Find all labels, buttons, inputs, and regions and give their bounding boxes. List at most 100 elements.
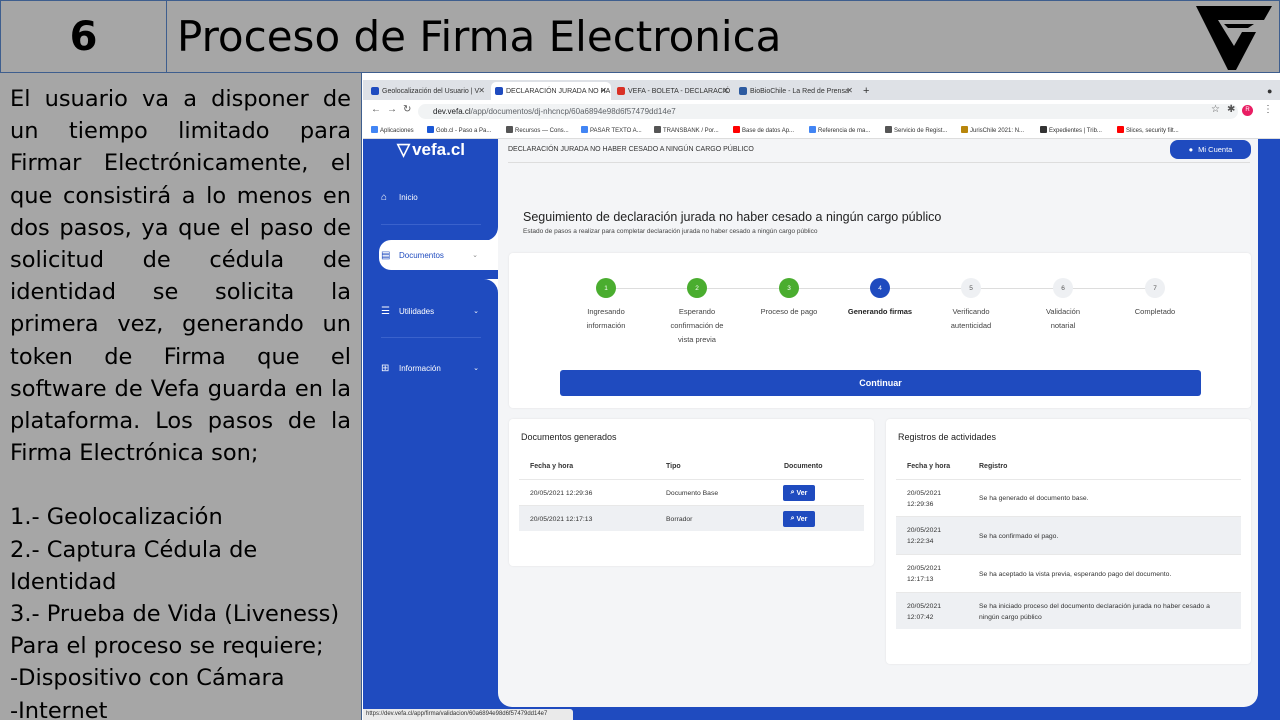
slide: 6 Proceso de Firma Electronica El usuari… <box>0 0 1280 720</box>
step-label: Verificando autenticidad <box>950 307 992 330</box>
bookmark-item[interactable]: Base de datos Ap... <box>733 126 794 134</box>
bookmark-item[interactable]: Slices, security filt... <box>1117 126 1179 134</box>
activity-text: Se ha confirmado el pago. <box>979 533 1059 540</box>
step-label: Completado <box>1134 307 1176 316</box>
table-row: 20/05/2021 12:17:13 Borrador ⌕ Ver <box>519 505 864 531</box>
step-circle: 7 <box>1145 278 1165 298</box>
bookmark-item[interactable]: Referencia de ma... <box>809 126 870 134</box>
step-label: Proceso de pago <box>760 307 818 316</box>
activity-datetime: 20/05/2021 12:29:36 <box>907 490 942 508</box>
close-icon[interactable]: ✕ <box>722 86 729 95</box>
close-icon[interactable]: ✕ <box>478 86 485 95</box>
home-icon: ⌂ <box>381 191 388 203</box>
breadcrumb: DECLARACIÓN JURADA NO HABER CESADO A NIN… <box>508 146 754 153</box>
requirements-intro: Para el proceso se requiere; <box>10 633 324 660</box>
progress-card: 1 Ingresando información 2 Esperando confi… <box>509 253 1251 408</box>
bookmark-icon <box>885 126 892 133</box>
close-icon[interactable]: ✕ <box>600 86 607 95</box>
step-label: Esperando confirmación de vista previa <box>670 307 724 344</box>
view-document-button[interactable]: ⌕ Ver <box>783 485 815 501</box>
status-bar-url: https://dev.vefa.cl/app/firma/validacion… <box>363 709 573 720</box>
activity-text: Se ha generado el documento base. <box>979 495 1089 502</box>
column-header: Tipo <box>666 463 681 470</box>
step-label: Validación notarial <box>1045 307 1081 330</box>
url-input[interactable]: dev.vefa.cl/app/documentos/dj-nhcncp/60a… <box>418 104 1238 119</box>
user-icon: ● <box>1188 145 1194 154</box>
chevron-down-icon: ⌄ <box>472 252 478 259</box>
vefa-icon <box>495 87 503 95</box>
app-logo[interactable]: ▽ vefa.cl <box>397 140 465 160</box>
vefa-logo <box>1196 6 1272 70</box>
biobio-icon <box>739 87 747 95</box>
step-circle: 2 <box>687 278 707 298</box>
bookmark-item[interactable]: PASAR TEXTO A... <box>581 126 642 134</box>
doc-type: Borrador <box>666 516 693 523</box>
step-circle: 4 <box>870 278 890 298</box>
bookmark-item[interactable]: Aplicaciones <box>371 126 414 134</box>
bookmark-item[interactable]: TRANSBANK / Por... <box>654 126 719 134</box>
step-label: Ingresando información <box>586 307 626 330</box>
bookmark-item[interactable]: Servicio de Regist... <box>885 126 947 134</box>
bookmark-item[interactable]: Expedientes | Trib... <box>1040 126 1102 134</box>
table-row: 20/05/2021 12:29:36 Documento Base ⌕ Ver <box>519 479 864 505</box>
bookmark-icon <box>961 126 968 133</box>
browser-tab[interactable]: VEFA - BOLETA - DECLARACIÓ ✕ <box>613 82 733 100</box>
step-circle: 5 <box>961 278 981 298</box>
sidebar-item-documentos[interactable]: ▤ Documentos ⌄ <box>379 240 498 270</box>
step-circle: 6 <box>1053 278 1073 298</box>
table-row: 20/05/2021 12:22:34 Se ha confirmado el p… <box>896 516 1241 554</box>
sidebar-item-inicio[interactable]: ⌂ Inicio <box>381 187 499 207</box>
bookmark-item[interactable]: Recursos — Cons... <box>506 126 569 134</box>
documents-title: Documentos generados <box>521 432 617 442</box>
requirement-line: -Dispositivo con Cámara <box>10 665 285 692</box>
google-icon <box>809 126 816 133</box>
step-circle: 3 <box>779 278 799 298</box>
step-line: 1.- Geolocalización <box>10 504 223 531</box>
slide-number: 6 <box>0 0 167 73</box>
new-tab-icon[interactable]: + <box>859 82 873 100</box>
bookmark-item[interactable]: Gob.cl - Paso a Pa... <box>427 126 491 134</box>
more-icon[interactable]: ⋮ <box>1263 104 1273 115</box>
back-icon[interactable]: ← <box>371 104 381 115</box>
browser-menu-icon[interactable]: ● <box>1263 82 1277 100</box>
column-header: Registro <box>979 463 1008 470</box>
bookmark-icon <box>654 126 661 133</box>
app-sidebar: ▽ vefa.cl ⌂ Inicio ▤ Documentos ⌄ ☰ Utilidad… <box>363 139 498 720</box>
activity-datetime: 20/05/2021 12:22:34 <box>907 527 942 545</box>
profile-avatar[interactable]: R <box>1242 105 1253 116</box>
sidebar-item-informacion[interactable]: ⊞ Información ⌄ <box>381 358 499 378</box>
browser-screenshot: Geolocalización del Usuario | V ✕ DECLAR… <box>363 80 1280 720</box>
youtube-icon <box>1117 126 1124 133</box>
activity-datetime: 20/05/2021 12:17:13 <box>907 565 942 583</box>
gmail-icon <box>617 87 625 95</box>
bookmark-item[interactable]: JurisChile 2021: N... <box>961 126 1024 134</box>
continue-button[interactable]: Continuar <box>560 370 1201 396</box>
list-icon: ☰ <box>381 305 390 317</box>
sidebar-item-utilidades[interactable]: ☰ Utilidades ⌄ <box>381 301 499 321</box>
url-path: /app/documentos/dj-nhcncp/60a6894e98d6f5… <box>470 107 676 116</box>
extensions-icon[interactable]: ✱ <box>1227 104 1235 115</box>
column-header: Fecha y hora <box>530 463 574 470</box>
close-icon[interactable]: ✕ <box>846 86 853 95</box>
reload-icon[interactable]: ↻ <box>403 104 411 115</box>
step-label: Generando firmas <box>847 307 913 316</box>
browser-tab-active[interactable]: DECLARACIÓN JURADA NO HA ✕ <box>491 82 611 100</box>
forward-icon[interactable]: → <box>387 104 397 115</box>
chevron-down-icon: ⌄ <box>473 308 479 315</box>
view-document-button[interactable]: ⌕ Ver <box>783 511 815 527</box>
slide-title: Proceso de Firma Electronica <box>167 0 1280 73</box>
account-button[interactable]: ● Mi Cuenta <box>1170 140 1251 159</box>
doc-date: 20/05/2021 12:29:36 <box>530 490 593 497</box>
step-line: 3.- Prueba de Vida (Liveness) <box>10 601 340 628</box>
chevron-down-icon: ⌄ <box>473 365 479 372</box>
browser-tab[interactable]: Geolocalización del Usuario | V ✕ <box>367 82 489 100</box>
google-icon <box>581 126 588 133</box>
page-title: Seguimiento de declaración jurada no hab… <box>523 210 942 224</box>
tab-label: Geolocalización del Usuario | V <box>382 87 480 95</box>
browser-tab[interactable]: BioBioChile - La Red de Prensa ✕ <box>735 82 857 100</box>
star-icon[interactable]: ☆ <box>1211 104 1220 115</box>
activity-datetime: 20/05/2021 12:07:42 <box>907 603 942 621</box>
divider <box>381 224 481 225</box>
youtube-icon <box>733 126 740 133</box>
url-host: dev.vefa.cl <box>433 107 471 116</box>
